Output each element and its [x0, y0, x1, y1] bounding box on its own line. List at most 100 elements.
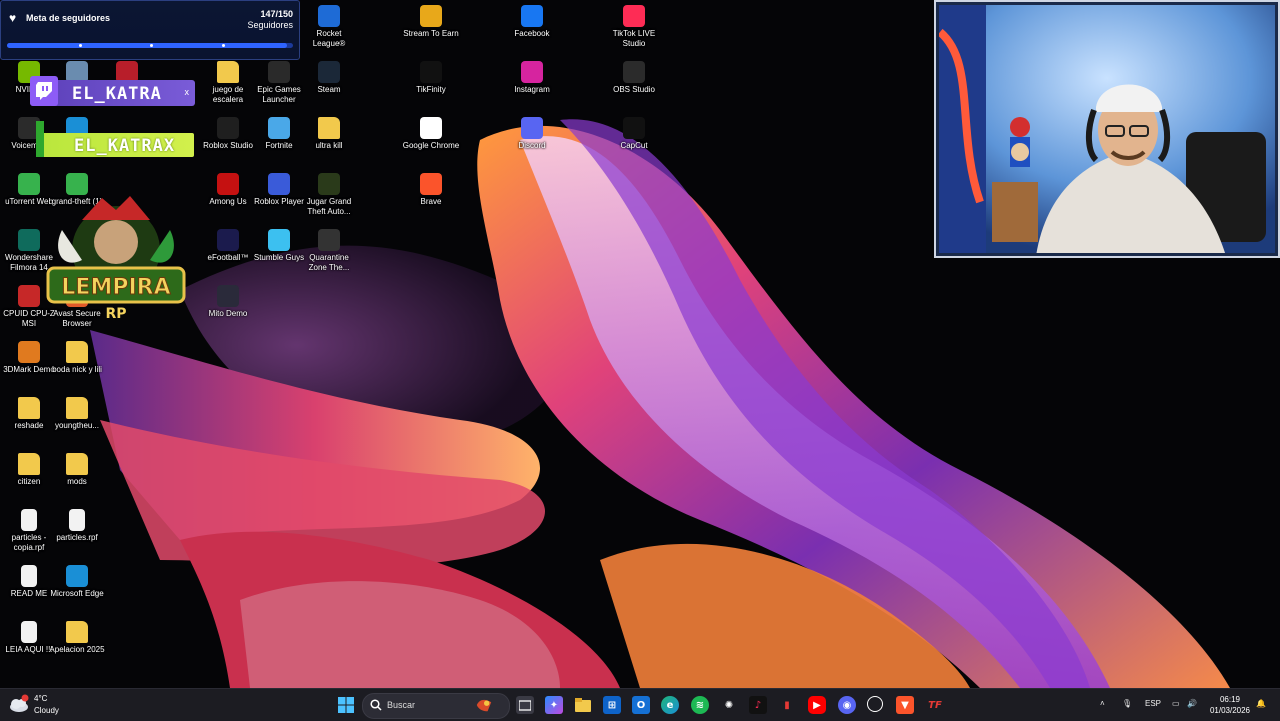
capcut-icon: [623, 117, 645, 139]
goal-unit: Seguidores: [247, 20, 293, 30]
desktop-icon[interactable]: Instagram: [503, 57, 561, 95]
language-indicator[interactable]: ESP: [1145, 699, 1161, 708]
desktop-icon[interactable]: Facebook: [503, 1, 561, 39]
task-view-icon[interactable]: [516, 696, 534, 714]
goal-marker: [221, 44, 225, 47]
desktop-icon-label: Google Chrome: [402, 141, 460, 150]
desktop-icon-label: boda nick y lili: [52, 365, 102, 374]
discord-taskbar-icon[interactable]: ◉: [838, 696, 856, 714]
desktop-icon[interactable]: Quarantine Zone The...: [300, 225, 358, 273]
desktop-icon[interactable]: Discord: [503, 113, 561, 151]
weather-temperature: 4°C: [34, 694, 48, 703]
tikfinity-icon: [420, 61, 442, 83]
desktop-icon[interactable]: OBS Studio: [605, 57, 663, 95]
weather-condition: Cloudy: [34, 706, 59, 715]
among-us-icon: [217, 173, 239, 195]
desktop-icon-label: Brave: [420, 197, 442, 206]
mito-icon: [217, 285, 239, 307]
file-explorer-icon[interactable]: [574, 696, 592, 714]
search-placeholder: Buscar: [387, 700, 416, 710]
brave-taskbar-icon[interactable]: ▼: [896, 696, 914, 714]
clock-date: 01/03/2026: [1209, 706, 1251, 715]
desktop-icon-label: Steam: [317, 85, 341, 94]
microsoft-store-icon[interactable]: ⊞: [603, 696, 621, 714]
stream-earn-icon: [420, 5, 442, 27]
copilot-icon[interactable]: ✦: [545, 696, 563, 714]
spotify-icon[interactable]: ≋: [691, 696, 709, 714]
desktop-icon-label: Rocket League®: [312, 29, 346, 48]
edge-taskbar-icon[interactable]: e: [661, 696, 679, 714]
desktop-icon[interactable]: Rocket League®: [300, 1, 358, 49]
folder-icon: [66, 341, 88, 363]
taskbar-search[interactable]: Buscar: [362, 693, 510, 719]
start-button[interactable]: [337, 696, 355, 714]
desktop-icon[interactable]: TikTok LIVE Studio: [605, 1, 663, 49]
desktop-icon-label: Jugar Grand Theft Auto...: [306, 197, 352, 216]
svg-text:RP: RP: [105, 306, 126, 322]
folder-icon: [18, 397, 40, 419]
desktop-icon-label: Stream To Earn: [403, 29, 459, 38]
desktop-icon[interactable]: Mito Demo: [199, 281, 257, 319]
desktop-icon[interactable]: Jugar Grand Theft Auto...: [300, 169, 358, 217]
roblox-studio-icon: [217, 117, 239, 139]
desktop-icon[interactable]: juego de escalera: [199, 57, 257, 105]
tikfinity-taskbar-icon[interactable]: TF: [926, 696, 944, 714]
desktop-icon-label: Mito Demo: [208, 309, 248, 318]
desktop-icon[interactable]: Apelacion 2025: [48, 617, 106, 655]
tiktok-live-icon: [623, 5, 645, 27]
rocket-league-icon: [318, 5, 340, 27]
chrome-icon: [420, 117, 442, 139]
folder-icon: [217, 61, 239, 83]
tiktok-icon[interactable]: ♪: [749, 696, 767, 714]
facebook-icon: [521, 5, 543, 27]
desktop-icon-label: CapCut: [620, 141, 648, 150]
desktop-icon[interactable]: particles.rpf: [48, 505, 106, 543]
desktop-icon[interactable]: eFootball™: [199, 225, 257, 263]
desktop-icon-label: Roblox Studio: [203, 141, 253, 150]
desktop-icon[interactable]: mods: [48, 449, 106, 487]
desktop-icon[interactable]: Brave: [402, 169, 460, 207]
desktop-icon[interactable]: Roblox Studio: [199, 113, 257, 151]
desktop-icon[interactable]: boda nick y lili: [48, 337, 106, 375]
desktop-icon-label: Quarantine Zone The...: [308, 253, 350, 272]
search-icon: [370, 699, 382, 711]
capcut-taskbar-icon[interactable]: ▮: [778, 696, 796, 714]
obs-taskbar-icon[interactable]: [867, 696, 883, 712]
lempira-rp-logo: LEMPIRA RP: [46, 196, 186, 322]
desktop-icon-label: Discord: [518, 141, 546, 150]
outlook-icon[interactable]: O: [632, 696, 650, 714]
folder-icon: [66, 621, 88, 643]
desktop-icon[interactable]: Google Chrome: [402, 113, 460, 151]
3dmark-icon: [18, 341, 40, 363]
goal-title: Meta de seguidores: [26, 13, 111, 23]
file-icon: [21, 509, 37, 531]
system-clock[interactable]: 06:19 01/03/2026: [1200, 694, 1260, 716]
volume-icon[interactable]: 🔊: [1187, 699, 1197, 708]
microphone-icon[interactable]: 🎙: [1122, 699, 1132, 708]
svg-text:LEMPIRA: LEMPIRA: [61, 275, 170, 300]
desktop-icon-label: TikFinity: [416, 85, 446, 94]
desktop-icon-label: mods: [67, 477, 87, 486]
desktop-icon-label: juego de escalera: [212, 85, 244, 104]
desktop-icon[interactable]: Steam: [300, 57, 358, 95]
desktop-icon-label: youngtheu...: [54, 421, 100, 430]
efootball-icon: [217, 229, 239, 251]
desktop-icon[interactable]: youngtheu...: [48, 393, 106, 431]
discord-icon: [521, 117, 543, 139]
desktop-icon-label: Among Us: [209, 197, 247, 206]
overlay-username: EL_KATRA: [72, 84, 162, 104]
desktop-icon[interactable]: Stream To Earn: [402, 1, 460, 39]
chatgpt-icon[interactable]: ✺: [720, 696, 738, 714]
desktop-icon-label: particles.rpf: [56, 533, 98, 542]
desktop-icon-label: eFootball™: [207, 253, 249, 262]
webcam-feed: [936, 2, 1278, 256]
desktop-icon[interactable]: ultra kill: [300, 113, 358, 151]
notification-bell-icon[interactable]: 🔔: [1256, 699, 1266, 708]
desktop-icon[interactable]: Microsoft Edge: [48, 561, 106, 599]
desktop-icon[interactable]: CapCut: [605, 113, 663, 151]
youtube-icon[interactable]: ▶: [808, 696, 826, 714]
network-icon[interactable]: ▭: [1172, 699, 1180, 708]
desktop-icon[interactable]: TikFinity: [402, 57, 460, 95]
tray-overflow-icon[interactable]: ˄: [1100, 699, 1105, 708]
desktop-icon[interactable]: Among Us: [199, 169, 257, 207]
